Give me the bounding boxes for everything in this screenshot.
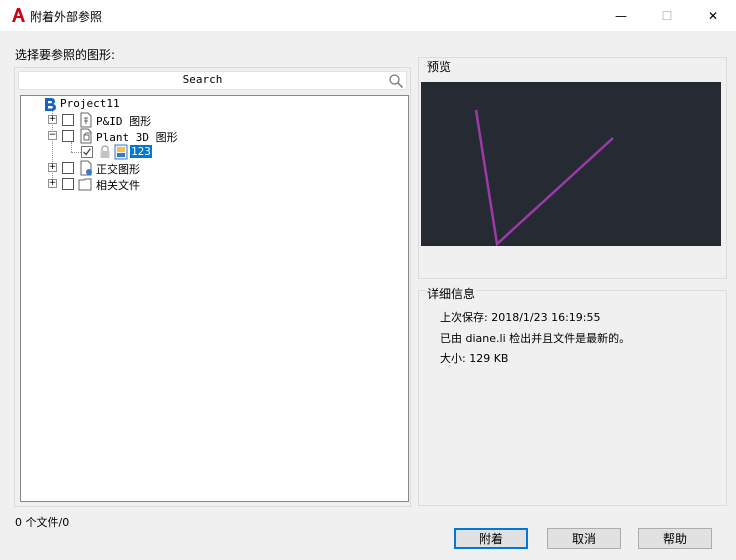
tree-item-123[interactable]: 123	[21, 144, 401, 160]
project-icon	[45, 98, 56, 111]
autocad-logo-icon	[12, 8, 25, 22]
tree-item-plant3d[interactable]: − Plant 3D 图形	[21, 128, 401, 144]
cancel-button[interactable]: 取消	[547, 528, 621, 549]
tree-item-pid[interactable]: + P&ID 图形	[21, 112, 401, 128]
expand-icon[interactable]: +	[48, 179, 57, 188]
window-title: 附着外部参照	[30, 10, 103, 24]
expand-icon[interactable]: +	[48, 163, 57, 172]
plant3d-drawing-icon	[80, 128, 92, 144]
folder-icon	[78, 178, 92, 191]
search-placeholder: Search	[182, 73, 223, 86]
search-icon[interactable]	[388, 73, 404, 89]
tree-item-label: 123	[130, 145, 152, 158]
title-bar: 附着外部参照 — ☐ ✕	[0, 0, 736, 31]
last-saved-text: 上次保存: 2018/1/23 16:19:55	[440, 311, 601, 324]
attach-button[interactable]: 附着	[454, 528, 528, 549]
lock-icon	[100, 145, 110, 158]
file-count: 0 个文件/0	[15, 516, 70, 529]
checkout-status-text: 已由 diane.li 检出并且文件是最新的。	[440, 332, 631, 345]
checkbox[interactable]	[62, 178, 74, 190]
checkbox-checked[interactable]	[81, 146, 93, 158]
checkbox[interactable]	[62, 114, 74, 126]
document-icon	[80, 112, 92, 128]
preview-canvas	[421, 82, 721, 247]
tree-item-label: 相关文件	[96, 179, 140, 192]
drawing-file-icon	[114, 144, 128, 160]
ortho-drawing-icon	[80, 160, 92, 176]
close-button[interactable]: ✕	[690, 0, 736, 31]
search-input[interactable]: Search	[18, 71, 407, 90]
maximize-button[interactable]: ☐	[644, 0, 690, 31]
tree-item-label: Plant 3D 图形	[96, 131, 178, 144]
select-drawing-label: 选择要参照的图形:	[15, 48, 116, 62]
tree-item-ortho[interactable]: + 正交图形	[21, 160, 401, 176]
help-button[interactable]: 帮助	[638, 528, 712, 549]
tree-item-label: 正交图形	[96, 163, 140, 176]
tree-item-label: P&ID 图形	[96, 115, 152, 128]
tree-item-label: Project11	[60, 97, 120, 110]
preview-label: 预览	[426, 58, 453, 75]
tree-item-project[interactable]: Project11	[21, 96, 401, 112]
expand-icon[interactable]: +	[48, 115, 57, 124]
collapse-icon[interactable]: −	[48, 131, 57, 140]
checkbox[interactable]	[62, 162, 74, 174]
file-size-text: 大小: 129 KB	[440, 352, 509, 365]
checkbox[interactable]	[62, 130, 74, 142]
preview-drawing	[474, 109, 614, 247]
details-label: 详细信息	[426, 285, 477, 302]
drawing-selector-panel: Search Project11 + P&ID 图形 − Plant 3D 图形…	[14, 67, 411, 507]
project-tree[interactable]: Project11 + P&ID 图形 − Plant 3D 图形 123 + …	[20, 95, 409, 502]
minimize-button[interactable]: —	[598, 0, 644, 31]
tree-item-related-files[interactable]: + 相关文件	[21, 176, 401, 192]
